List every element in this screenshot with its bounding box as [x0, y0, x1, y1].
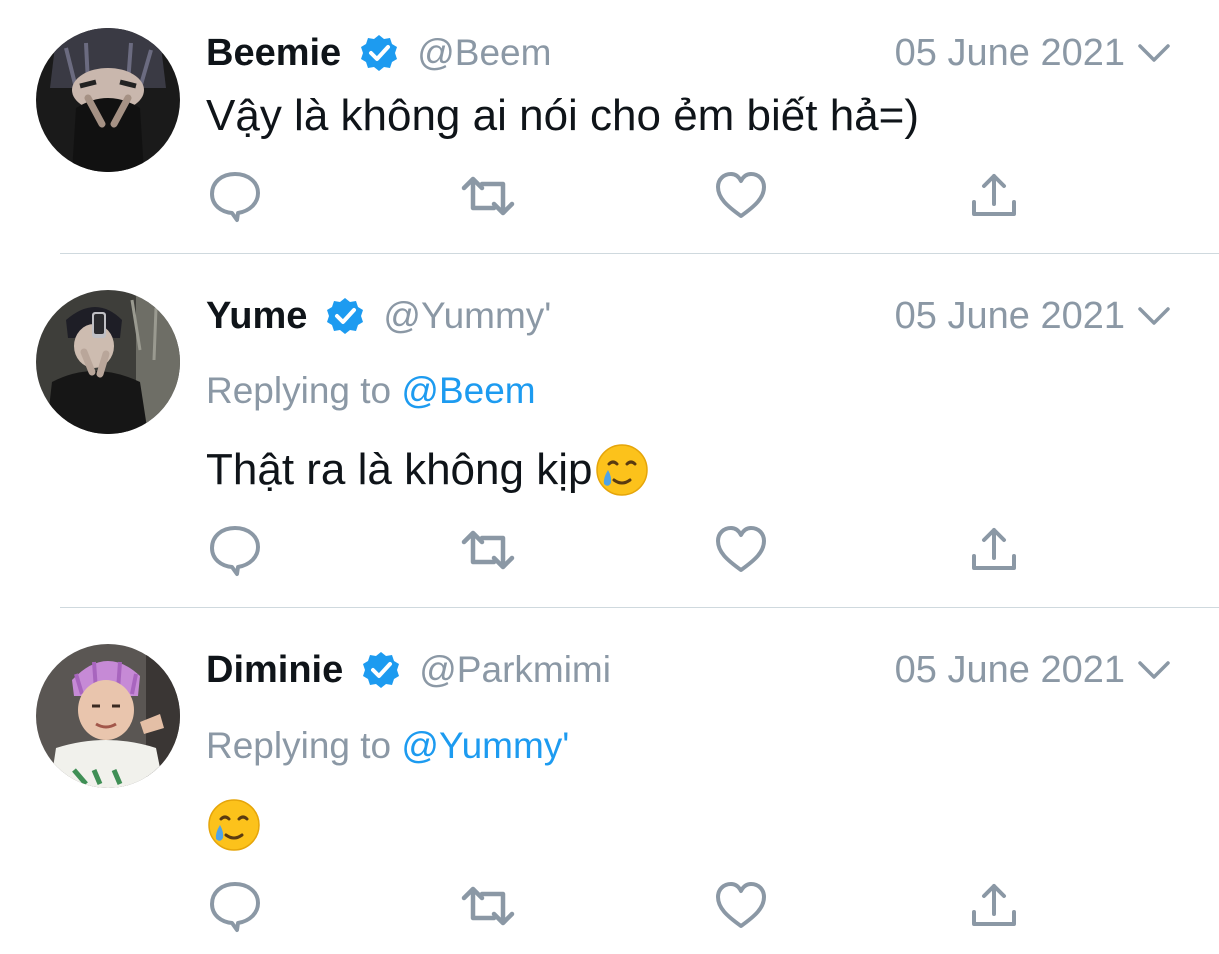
author-name[interactable]: Yume	[206, 295, 307, 338]
author-handle[interactable]: @Beem	[417, 32, 551, 74]
tweet-text	[206, 795, 262, 855]
heart-icon[interactable]	[713, 522, 769, 578]
chevron-down-icon[interactable]	[1135, 34, 1173, 72]
tweet-date[interactable]: 05 June 2021	[895, 295, 1125, 338]
author-handle[interactable]: @Parkmimi	[419, 649, 611, 691]
author-name[interactable]: Beemie	[206, 32, 341, 75]
tweet-text-content: Vậy là không ai nói cho ẻm biết hả=)	[206, 91, 920, 140]
retweet-icon[interactable]	[460, 878, 516, 934]
tweet-date[interactable]: 05 June 2021	[895, 649, 1125, 692]
avatar[interactable]	[36, 28, 180, 172]
replying-to-label: Replying to	[206, 725, 402, 766]
avatar-image	[36, 290, 180, 434]
avatar[interactable]	[36, 644, 180, 788]
tweet-text: Vậy là không ai nói cho ẻm biết hả=)	[206, 88, 919, 144]
author-handle[interactable]: @Yummy'	[383, 295, 551, 337]
reply-icon[interactable]	[207, 168, 263, 224]
action-bar	[0, 168, 1219, 224]
avatar-image	[36, 28, 180, 172]
reply-icon[interactable]	[207, 522, 263, 578]
action-bar	[0, 878, 1219, 934]
share-icon[interactable]	[966, 168, 1022, 224]
verified-badge-icon	[325, 296, 365, 336]
mention-link[interactable]: @Beem	[401, 370, 535, 411]
smiling-face-with-tear-icon	[594, 442, 650, 498]
replying-to: Replying to @Beem	[206, 370, 536, 412]
retweet-icon[interactable]	[460, 168, 516, 224]
chevron-down-icon[interactable]	[1135, 651, 1173, 689]
verified-badge-icon	[359, 33, 399, 73]
retweet-icon[interactable]	[460, 522, 516, 578]
share-icon[interactable]	[966, 878, 1022, 934]
verified-badge-icon	[361, 650, 401, 690]
avatar[interactable]	[36, 290, 180, 434]
reply-icon[interactable]	[207, 878, 263, 934]
tweet-text: Thật ra là không kịp	[206, 440, 650, 500]
chevron-down-icon[interactable]	[1135, 297, 1173, 335]
heart-icon[interactable]	[713, 168, 769, 224]
author-name[interactable]: Diminie	[206, 649, 343, 692]
smiling-face-with-tear-icon	[206, 797, 262, 853]
divider	[60, 607, 1219, 608]
replying-to: Replying to @Yummy'	[206, 725, 569, 767]
share-icon[interactable]	[966, 522, 1022, 578]
tweet-date[interactable]: 05 June 2021	[895, 32, 1125, 75]
divider	[60, 253, 1219, 254]
replying-to-label: Replying to	[206, 370, 402, 411]
mention-link[interactable]: @Yummy'	[401, 725, 569, 766]
heart-icon[interactable]	[713, 878, 769, 934]
tweet-text-content: Thật ra là không kịp	[206, 445, 593, 494]
action-bar	[0, 522, 1219, 578]
avatar-image	[36, 644, 180, 788]
